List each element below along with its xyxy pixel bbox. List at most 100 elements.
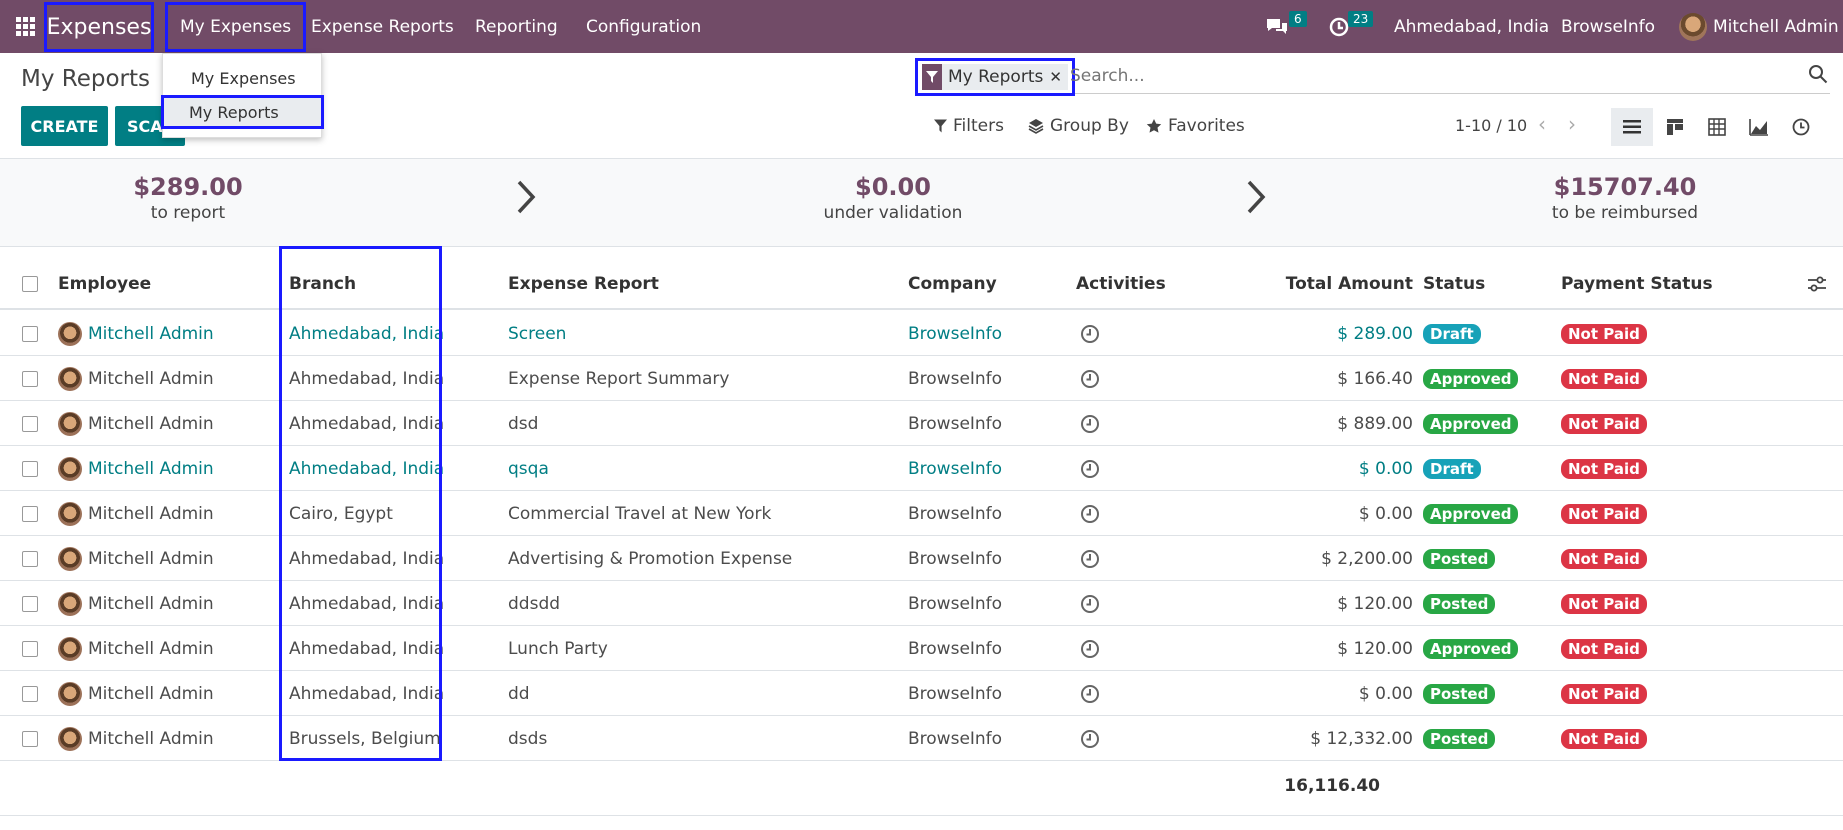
- employee-cell[interactable]: Mitchell Admin: [58, 401, 214, 446]
- status-cell[interactable]: Posted: [1423, 671, 1496, 716]
- expense-report-cell[interactable]: Screen: [508, 311, 566, 356]
- company-cell[interactable]: BrowseInfo: [908, 581, 1002, 626]
- group-by-toggle[interactable]: Group By: [1028, 116, 1129, 136]
- next-page-icon[interactable]: ›: [1568, 112, 1576, 136]
- activity-clock-icon[interactable]: [1080, 491, 1100, 536]
- dropdown-item-my-reports[interactable]: My Reports: [161, 95, 324, 129]
- status-cell[interactable]: Approved: [1423, 491, 1519, 536]
- status-cell[interactable]: Approved: [1423, 401, 1519, 446]
- expense-report-cell[interactable]: ddsdd: [508, 581, 560, 626]
- create-button[interactable]: CREATE: [21, 106, 108, 146]
- row-checkbox[interactable]: [22, 491, 38, 536]
- table-row[interactable]: Mitchell Admin Ahmedabad, India dd BrowseIn…: [0, 671, 1843, 716]
- total-amount-cell[interactable]: $ 0.00: [1230, 671, 1413, 716]
- select-all-checkbox[interactable]: [22, 258, 38, 310]
- status-cell[interactable]: Posted: [1423, 536, 1496, 581]
- expense-report-cell[interactable]: qsqa: [508, 446, 549, 491]
- branch-cell[interactable]: Ahmedabad, India: [289, 356, 444, 401]
- company-cell[interactable]: BrowseInfo: [908, 401, 1002, 446]
- payment-status-cell[interactable]: Not Paid: [1561, 401, 1647, 446]
- company-cell[interactable]: BrowseInfo: [908, 716, 1002, 761]
- total-amount-cell[interactable]: $ 120.00: [1230, 626, 1413, 671]
- apps-menu-icon[interactable]: [0, 0, 50, 53]
- expense-report-cell[interactable]: Commercial Travel at New York: [508, 491, 771, 536]
- company-cell[interactable]: BrowseInfo: [908, 626, 1002, 671]
- activity-clock-icon[interactable]: [1080, 581, 1100, 626]
- branch-cell[interactable]: Ahmedabad, India: [289, 581, 444, 626]
- column-expense-report[interactable]: Expense Report: [508, 258, 659, 310]
- company-cell[interactable]: BrowseInfo: [908, 446, 1002, 491]
- payment-status-cell[interactable]: Not Paid: [1561, 581, 1647, 626]
- expense-report-cell[interactable]: dsds: [508, 716, 547, 761]
- activity-clock-icon[interactable]: [1080, 356, 1100, 401]
- activity-clock-icon[interactable]: [1080, 446, 1100, 491]
- column-employee[interactable]: Employee: [58, 258, 151, 310]
- table-row[interactable]: Mitchell Admin Ahmedabad, India dsd BrowseI…: [0, 401, 1843, 446]
- table-row[interactable]: Mitchell Admin Ahmedabad, India Advertisin…: [0, 536, 1843, 581]
- branch-switcher[interactable]: Ahmedabad, India: [1394, 0, 1549, 53]
- row-checkbox[interactable]: [22, 581, 38, 626]
- activity-clock-icon[interactable]: [1080, 536, 1100, 581]
- expense-report-cell[interactable]: Lunch Party: [508, 626, 608, 671]
- employee-cell[interactable]: Mitchell Admin: [58, 491, 214, 536]
- total-amount-cell[interactable]: $ 12,332.00: [1230, 716, 1413, 761]
- expense-report-cell[interactable]: Advertising & Promotion Expense: [508, 536, 792, 581]
- row-checkbox[interactable]: [22, 356, 38, 401]
- company-cell[interactable]: BrowseInfo: [908, 671, 1002, 716]
- row-checkbox[interactable]: [22, 311, 38, 356]
- table-row[interactable]: Mitchell Admin Ahmedabad, India qsqa Browse…: [0, 446, 1843, 491]
- branch-cell[interactable]: Ahmedabad, India: [289, 401, 444, 446]
- activity-view-icon[interactable]: [1780, 108, 1822, 146]
- employee-cell[interactable]: Mitchell Admin: [58, 536, 214, 581]
- company-cell[interactable]: BrowseInfo: [908, 491, 1002, 536]
- status-cell[interactable]: Draft: [1423, 446, 1481, 491]
- branch-cell[interactable]: Ahmedabad, India: [289, 671, 444, 716]
- close-icon[interactable]: ✕: [1049, 68, 1062, 86]
- payment-status-cell[interactable]: Not Paid: [1561, 311, 1647, 356]
- menu-reporting[interactable]: Reporting: [475, 0, 558, 53]
- payment-status-cell[interactable]: Not Paid: [1561, 356, 1647, 401]
- row-checkbox[interactable]: [22, 401, 38, 446]
- summary-under-validation[interactable]: $0.00 under validation: [793, 173, 993, 223]
- column-settings-icon[interactable]: [1807, 258, 1827, 310]
- search-input[interactable]: [1070, 66, 1670, 86]
- user-menu[interactable]: Mitchell Admin: [1679, 0, 1839, 53]
- pager-value[interactable]: 1-10 / 10: [1455, 116, 1527, 135]
- activity-clock-icon[interactable]: [1080, 401, 1100, 446]
- branch-cell[interactable]: Ahmedabad, India: [289, 536, 444, 581]
- kanban-view-icon[interactable]: [1654, 108, 1696, 146]
- status-cell[interactable]: Draft: [1423, 311, 1481, 356]
- table-row[interactable]: Mitchell Admin Cairo, Egypt Commercial Tra…: [0, 491, 1843, 536]
- employee-cell[interactable]: Mitchell Admin: [58, 581, 214, 626]
- column-company[interactable]: Company: [908, 258, 997, 310]
- expense-report-cell[interactable]: Expense Report Summary: [508, 356, 729, 401]
- employee-cell[interactable]: Mitchell Admin: [58, 716, 214, 761]
- favorites-toggle[interactable]: Favorites: [1146, 116, 1245, 136]
- table-row[interactable]: Mitchell Admin Brussels, Belgium dsds Brows…: [0, 716, 1843, 761]
- payment-status-cell[interactable]: Not Paid: [1561, 716, 1647, 761]
- total-amount-cell[interactable]: $ 0.00: [1230, 491, 1413, 536]
- column-payment-status[interactable]: Payment Status: [1561, 258, 1713, 310]
- search-facet[interactable]: My Reports ✕: [915, 58, 1075, 96]
- filters-toggle[interactable]: Filters: [934, 116, 1004, 136]
- employee-cell[interactable]: Mitchell Admin: [58, 446, 214, 491]
- search-icon[interactable]: [1808, 64, 1828, 88]
- branch-cell[interactable]: Cairo, Egypt: [289, 491, 393, 536]
- table-row[interactable]: Mitchell Admin Ahmedabad, India Expense Re…: [0, 356, 1843, 401]
- total-amount-cell[interactable]: $ 0.00: [1230, 446, 1413, 491]
- column-total-amount[interactable]: Total Amount: [1230, 258, 1413, 310]
- table-row[interactable]: Mitchell Admin Ahmedabad, India Lunch Part…: [0, 626, 1843, 671]
- status-cell[interactable]: Posted: [1423, 581, 1496, 626]
- payment-status-cell[interactable]: Not Paid: [1561, 446, 1647, 491]
- column-status[interactable]: Status: [1423, 258, 1485, 310]
- activities-icon[interactable]: [1328, 0, 1350, 53]
- row-checkbox[interactable]: [22, 446, 38, 491]
- previous-page-icon[interactable]: ‹: [1538, 112, 1546, 136]
- expense-report-cell[interactable]: dd: [508, 671, 530, 716]
- company-cell[interactable]: BrowseInfo: [908, 536, 1002, 581]
- table-row[interactable]: Mitchell Admin Ahmedabad, India ddsdd Brows…: [0, 581, 1843, 626]
- row-checkbox[interactable]: [22, 671, 38, 716]
- menu-my-expenses[interactable]: My Expenses: [165, 2, 307, 52]
- menu-configuration[interactable]: Configuration: [586, 0, 701, 53]
- activity-clock-icon[interactable]: [1080, 671, 1100, 716]
